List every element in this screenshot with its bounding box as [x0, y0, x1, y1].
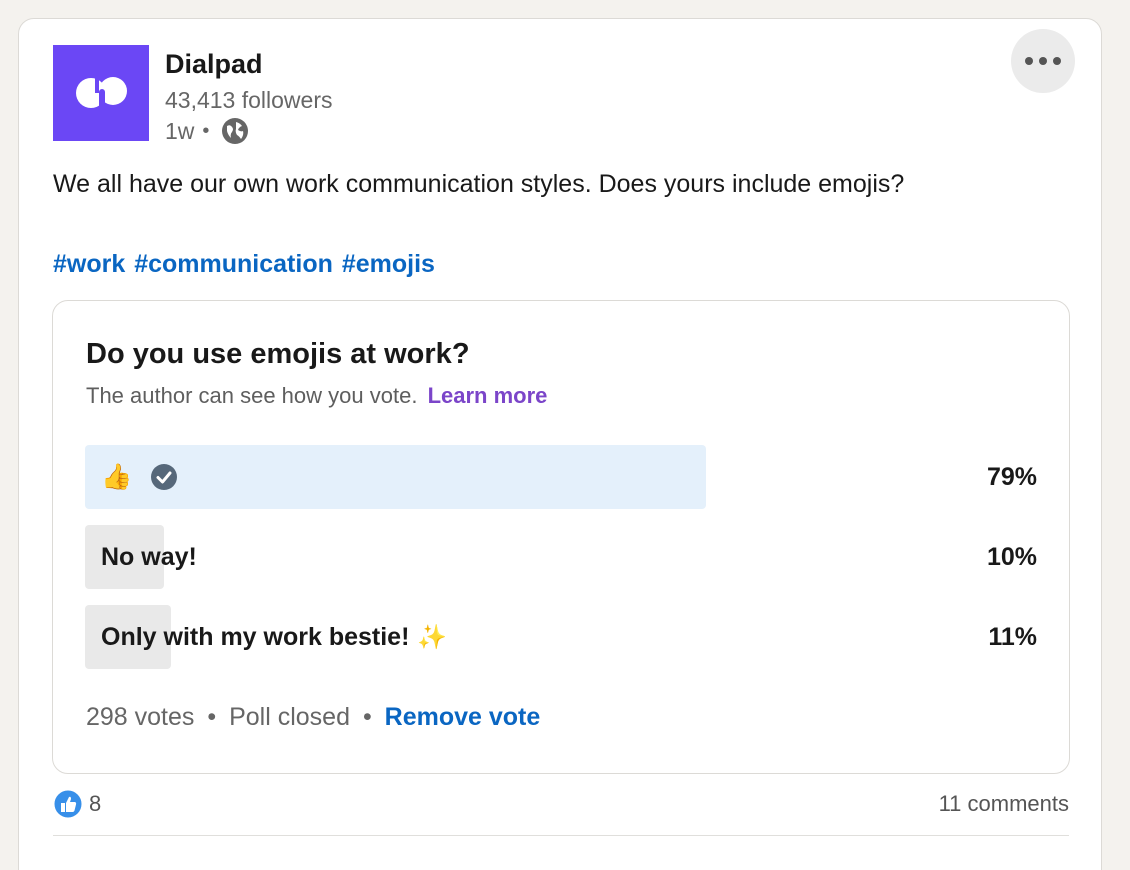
- company-logo[interactable]: [53, 45, 149, 141]
- poll-status: Poll closed: [229, 703, 350, 731]
- author-name[interactable]: Dialpad: [165, 49, 263, 80]
- dialpad-logo-icon: [76, 77, 127, 111]
- reaction-count[interactable]: 8: [89, 791, 101, 817]
- hashtag-link[interactable]: #work: [53, 250, 125, 278]
- follower-count: 43,413 followers: [165, 87, 333, 113]
- poll-note-text: The author can see how you vote.: [86, 383, 418, 408]
- ellipsis-icon: [1022, 52, 1064, 70]
- sparkles-emoji: ✨: [417, 623, 448, 651]
- poll-visibility-note: The author can see how you vote. Learn m…: [86, 383, 547, 409]
- post-text: We all have our own work communication s…: [53, 170, 905, 198]
- learn-more-link[interactable]: Learn more: [428, 383, 548, 408]
- poll-option-percent: 11%: [988, 622, 1037, 651]
- vote-count: 298 votes: [86, 703, 195, 731]
- poll-option-percent: 10%: [986, 542, 1037, 571]
- meta-separator: •: [202, 119, 210, 142]
- remove-vote-link[interactable]: Remove vote: [385, 703, 541, 731]
- poll-option[interactable]: Only with my work bestie! ✨ 11%: [85, 605, 1037, 669]
- poll-option-bar: [85, 445, 706, 509]
- globe-icon: [221, 117, 249, 145]
- poll-footer: 298 votes • Poll closed • Remove vote: [86, 703, 540, 732]
- poll-question: Do you use emojis at work?: [86, 338, 470, 370]
- poll-option-percent: 79%: [986, 462, 1037, 491]
- post-age: 1w: [165, 117, 195, 144]
- divider: [53, 835, 1069, 836]
- like-reaction-icon[interactable]: [53, 789, 83, 819]
- thumbs-up-emoji: 👍: [101, 462, 133, 491]
- social-counts: 8 11 comments: [53, 789, 1069, 819]
- poll-option[interactable]: No way! 10%: [85, 525, 1037, 589]
- hashtag-link[interactable]: #communication: [134, 250, 333, 278]
- comments-count[interactable]: 11 comments: [939, 791, 1069, 817]
- post-meta: 1w •: [165, 117, 249, 145]
- footer-separator: •: [362, 703, 372, 731]
- post-card: Dialpad 43,413 followers 1w • We all hav…: [18, 18, 1102, 870]
- poll-option-label: 👍: [101, 445, 178, 509]
- poll-card: Do you use emojis at work? The author ca…: [52, 300, 1070, 774]
- poll-option-label: No way!: [101, 542, 197, 571]
- hashtag-link[interactable]: #emojis: [342, 250, 435, 278]
- footer-separator: •: [207, 703, 217, 731]
- poll-option-text: Only with my work bestie!: [101, 622, 410, 651]
- hashtag-list: #work #communication #emojis: [53, 250, 437, 279]
- check-circle-icon: [150, 463, 178, 491]
- poll-option[interactable]: 👍 79%: [85, 445, 1037, 509]
- more-options-button[interactable]: [1011, 29, 1075, 93]
- poll-option-label: Only with my work bestie! ✨: [101, 605, 447, 669]
